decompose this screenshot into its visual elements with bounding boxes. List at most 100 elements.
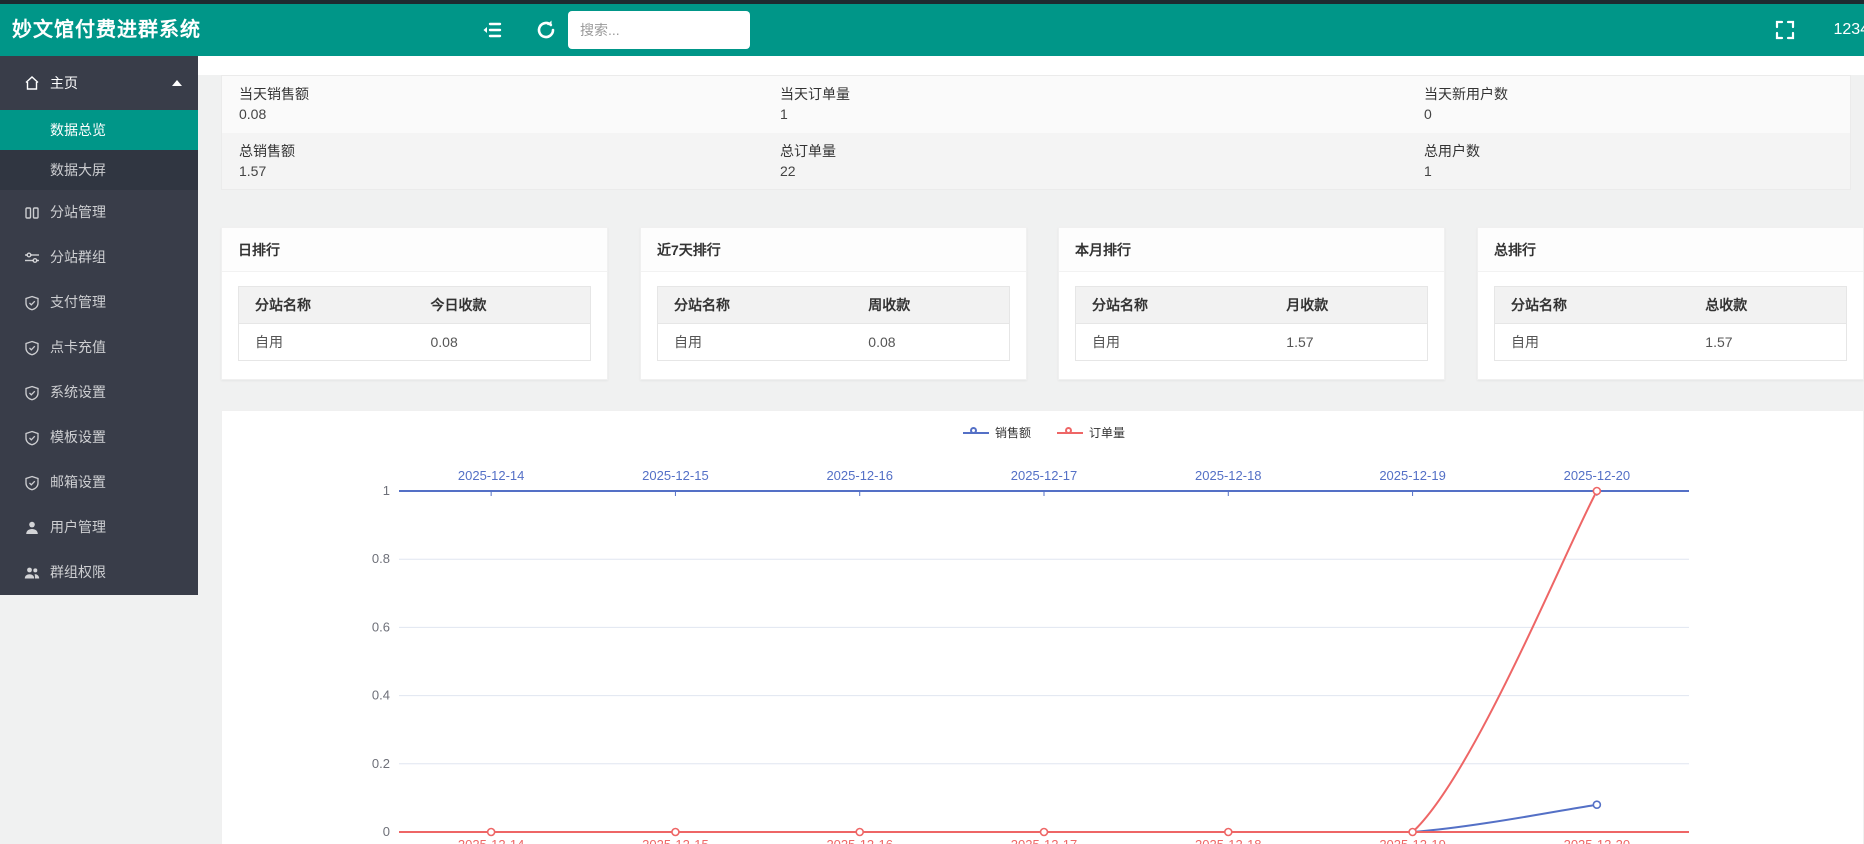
stat-today-new-users: 当天新用户数 0 xyxy=(1407,76,1850,133)
x-tick-label-top: 2025-12-14 xyxy=(458,468,524,483)
sidebar-item-substation-manage[interactable]: 分站管理 xyxy=(0,190,198,235)
sidebar-item-label: 用户管理 xyxy=(50,505,106,550)
y-tick-label: 0.2 xyxy=(372,756,390,771)
table-row[interactable]: 自用 0.08 xyxy=(239,324,591,361)
stat-total-sales: 总销售额 1.57 xyxy=(222,133,763,189)
data-point-orders xyxy=(672,829,679,836)
stat-value: 1 xyxy=(780,104,1407,124)
stats-row-total: 总销售额 1.57 总订单量 22 总用户数 1 xyxy=(222,133,1850,189)
table-row[interactable]: 自用 1.57 xyxy=(1076,324,1428,361)
legend-label: 销售额 xyxy=(995,424,1031,441)
username-link[interactable]: 12345 xyxy=(1834,4,1864,56)
sidebar-item-label: 点卡充值 xyxy=(50,325,106,370)
sales-orders-chart-card: 00.20.40.60.812025-12-142025-12-152025-1… xyxy=(221,410,1864,844)
stats-row-today: 当天销售额 0.08 当天订单量 1 当天新用户数 0 xyxy=(222,76,1850,133)
rank-card-daily: 日排行 分站名称 今日收款 自用 0.08 xyxy=(221,227,608,380)
col-header-amount: 月收款 xyxy=(1270,287,1427,324)
cell-site-name: 自用 xyxy=(1495,324,1690,361)
chart-legend: 销售额 订单量 xyxy=(399,424,1689,441)
x-tick-label-bottom: 2025-12-18 xyxy=(1195,837,1262,844)
rank-card-title: 本月排行 xyxy=(1059,228,1444,272)
col-header-site-name: 分站名称 xyxy=(1495,287,1690,324)
table-row[interactable]: 自用 0.08 xyxy=(658,324,1010,361)
cell-site-name: 自用 xyxy=(239,324,415,361)
sidebar-item-system-settings[interactable]: 系统设置 xyxy=(0,370,198,415)
stat-label: 当天销售额 xyxy=(239,84,763,104)
fullscreen-icon[interactable] xyxy=(1773,18,1797,42)
shield-check-icon xyxy=(24,430,40,446)
y-tick-label: 0.6 xyxy=(372,619,390,634)
sidebar-item-substation-groups[interactable]: 分站群组 xyxy=(0,235,198,280)
app-root: 妙文馆付费进群系统 12345 主页 xyxy=(0,0,1864,844)
sidebar-item-mail-settings[interactable]: 邮箱设置 xyxy=(0,460,198,505)
stat-total-orders: 总订单量 22 xyxy=(763,133,1407,189)
sidebar-item-home[interactable]: 主页 xyxy=(0,56,198,110)
refresh-icon[interactable] xyxy=(534,18,558,42)
rank-card-total: 总排行 分站名称 总收款 自用 1.57 xyxy=(1477,227,1864,380)
x-tick-label-top: 2025-12-15 xyxy=(642,468,709,483)
x-tick-label-bottom: 2025-12-17 xyxy=(1011,837,1078,844)
stat-label: 总销售额 xyxy=(239,141,763,161)
legend-item-orders[interactable]: 订单量 xyxy=(1057,424,1125,441)
stat-label: 总用户数 xyxy=(1424,141,1850,161)
chevron-up-icon xyxy=(172,80,182,86)
rank-card-month: 本月排行 分站名称 月收款 自用 1.57 xyxy=(1058,227,1445,380)
sidebar-item-label: 主页 xyxy=(50,56,78,110)
stat-value: 0 xyxy=(1424,104,1850,124)
home-icon xyxy=(24,75,40,91)
data-point-orders xyxy=(1041,829,1048,836)
sidebar-item-data-screen[interactable]: 数据大屏 xyxy=(0,150,198,190)
collapse-menu-icon[interactable] xyxy=(480,18,504,42)
col-header-site-name: 分站名称 xyxy=(1076,287,1271,324)
x-tick-label-bottom: 2025-12-15 xyxy=(642,837,709,844)
stat-value: 1 xyxy=(1424,161,1850,181)
line-chart[interactable]: 00.20.40.60.812025-12-142025-12-152025-1… xyxy=(222,411,1864,844)
search-input[interactable] xyxy=(568,11,750,49)
sidebar-item-label: 模板设置 xyxy=(50,415,106,460)
sidebar-item-data-overview[interactable]: 数据总览 xyxy=(0,110,198,150)
rank-table: 分站名称 今日收款 自用 0.08 xyxy=(238,286,591,361)
data-point-sales xyxy=(1593,801,1600,808)
sidebar-item-label: 支付管理 xyxy=(50,280,106,325)
stat-total-users: 总用户数 1 xyxy=(1407,133,1850,189)
sidebar-item-label: 系统设置 xyxy=(50,370,106,415)
y-tick-label: 0 xyxy=(383,824,390,839)
legend-item-sales[interactable]: 销售额 xyxy=(963,424,1031,441)
sidebar-item-template-settings[interactable]: 模板设置 xyxy=(0,415,198,460)
rank-card-week: 近7天排行 分站名称 周收款 自用 0.08 xyxy=(640,227,1027,380)
stat-label: 当天订单量 xyxy=(780,84,1407,104)
shield-check-icon xyxy=(24,295,40,311)
col-header-amount: 今日收款 xyxy=(415,287,591,324)
columns-icon xyxy=(24,205,40,221)
x-tick-label-bottom: 2025-12-19 xyxy=(1379,837,1446,844)
x-tick-label-top: 2025-12-18 xyxy=(1195,468,1262,483)
data-point-orders xyxy=(1593,488,1600,495)
data-point-orders xyxy=(856,829,863,836)
table-row[interactable]: 自用 1.57 xyxy=(1495,324,1847,361)
shield-check-icon xyxy=(24,340,40,356)
user-icon xyxy=(24,520,40,536)
y-tick-label: 1 xyxy=(383,483,390,498)
stat-label: 当天新用户数 xyxy=(1424,84,1850,104)
sliders-icon xyxy=(24,250,40,266)
sidebar-item-user-manage[interactable]: 用户管理 xyxy=(0,505,198,550)
legend-line-icon xyxy=(1057,432,1083,434)
x-tick-label-bottom: 2025-12-14 xyxy=(458,837,524,844)
x-tick-label-top: 2025-12-19 xyxy=(1379,468,1446,483)
sidebar-item-label: 分站管理 xyxy=(50,190,106,235)
sidebar-nav: 主页 数据总览 数据大屏 分站管理 分站群组 支付管理 xyxy=(0,56,198,595)
sidebar-item-payment-manage[interactable]: 支付管理 xyxy=(0,280,198,325)
rank-card-title: 近7天排行 xyxy=(641,228,1026,272)
sidebar-item-group-permissions[interactable]: 群组权限 xyxy=(0,550,198,595)
y-tick-label: 0.4 xyxy=(372,688,390,703)
cell-amount: 1.57 xyxy=(1689,324,1846,361)
x-tick-label-top: 2025-12-17 xyxy=(1011,468,1078,483)
stat-value: 0.08 xyxy=(239,104,763,124)
sidebar-item-card-recharge[interactable]: 点卡充值 xyxy=(0,325,198,370)
cell-site-name: 自用 xyxy=(658,324,853,361)
data-point-orders xyxy=(488,829,495,836)
legend-line-icon xyxy=(963,432,989,434)
x-tick-label-bottom: 2025-12-16 xyxy=(826,837,893,844)
data-point-orders xyxy=(1225,829,1232,836)
rank-table: 分站名称 周收款 自用 0.08 xyxy=(657,286,1010,361)
